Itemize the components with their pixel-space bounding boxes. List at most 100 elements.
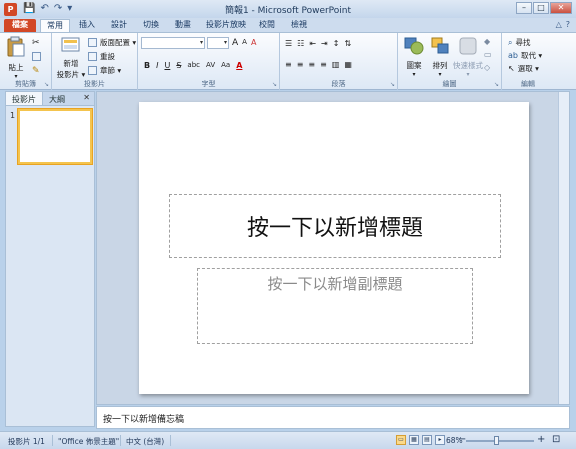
quick-styles-button[interactable]: 快速樣式 ▾: [452, 36, 484, 78]
redo-icon[interactable]: ↷: [54, 3, 62, 15]
font-name-dropdown-icon: ▾: [199, 39, 203, 46]
text-direction-icon[interactable]: ⇅: [344, 39, 351, 48]
find-label: 尋找: [515, 38, 531, 47]
ribbon-controls: △ ?: [556, 20, 570, 29]
new-slide-button[interactable]: 新增 投影片 ▾: [56, 36, 86, 80]
character-spacing-button[interactable]: AV: [206, 61, 215, 70]
notes-pane[interactable]: 按一下以新增備忘稿: [96, 406, 570, 429]
copy-button[interactable]: [32, 52, 41, 61]
powerpoint-app-icon[interactable]: P: [4, 2, 17, 16]
font-launcher-icon[interactable]: ↘: [272, 81, 277, 88]
slide-thumbnail[interactable]: [18, 109, 92, 164]
font-name-box[interactable]: ▾: [141, 37, 205, 49]
language-indicator[interactable]: 中文 (台灣): [126, 436, 164, 447]
bold-button[interactable]: B: [144, 61, 150, 70]
font-size-box[interactable]: ▾: [207, 37, 229, 49]
replace-icon: ab: [508, 51, 518, 60]
paste-button[interactable]: 貼上 ▾: [4, 36, 28, 80]
replace-button[interactable]: ab 取代 ▾: [508, 50, 542, 61]
shrink-font-icon[interactable]: A: [242, 38, 247, 48]
quick-styles-icon: [459, 37, 477, 55]
tab-file[interactable]: 檔案: [4, 19, 36, 32]
theme-name[interactable]: "Office 佈景主題": [58, 436, 119, 447]
change-case-button[interactable]: Aa: [221, 61, 230, 70]
minimize-button[interactable]: –: [516, 2, 532, 14]
find-button[interactable]: ⌕ 尋找: [508, 37, 530, 48]
clear-formatting-icon[interactable]: A: [251, 38, 256, 48]
align-left-icon[interactable]: ≡: [285, 60, 292, 69]
zoom-slider-thumb[interactable]: [494, 436, 499, 445]
section-icon: [88, 66, 97, 75]
grow-font-icon[interactable]: A: [232, 38, 238, 48]
select-button[interactable]: ↖ 選取 ▾: [508, 63, 539, 74]
tab-insert[interactable]: 插入: [74, 19, 100, 32]
tab-slideshow[interactable]: 投影片放映: [202, 19, 250, 32]
slide-sorter-view-icon[interactable]: ▦: [409, 435, 419, 445]
shapes-button[interactable]: 圖案 ▾: [401, 36, 427, 78]
quick-styles-label: 快速樣式: [453, 61, 483, 70]
tab-design[interactable]: 設計: [106, 19, 132, 32]
align-center-icon[interactable]: ≡: [297, 60, 304, 69]
fit-to-window-icon[interactable]: ⊡: [552, 434, 560, 445]
vertical-scrollbar[interactable]: [558, 92, 569, 404]
layout-button[interactable]: 版面配置 ▾: [88, 37, 136, 48]
reset-button[interactable]: 重設: [88, 51, 115, 62]
maximize-button[interactable]: □: [533, 2, 549, 14]
slideshow-view-icon[interactable]: ▸: [435, 435, 445, 445]
reset-label: 重設: [100, 52, 115, 61]
align-right-icon[interactable]: ≡: [308, 60, 315, 69]
font-color-icon[interactable]: A: [236, 61, 242, 70]
notes-placeholder: 按一下以新增備忘稿: [103, 415, 185, 425]
line-spacing-icon[interactable]: ↕: [333, 39, 340, 48]
shape-fill-icon[interactable]: ◆: [484, 37, 492, 46]
tab-review[interactable]: 校閱: [254, 19, 280, 32]
decrease-indent-icon[interactable]: ⇤: [309, 39, 316, 48]
reading-view-icon[interactable]: ▤: [422, 435, 432, 445]
title-placeholder[interactable]: 按一下以新增標題: [169, 194, 501, 258]
strikethrough-button[interactable]: S: [176, 61, 181, 70]
zoom-slider-track[interactable]: [466, 440, 534, 442]
cut-button[interactable]: ✂: [32, 38, 40, 48]
format-painter-button[interactable]: ✎: [32, 66, 40, 76]
help-icon[interactable]: ?: [566, 20, 570, 29]
scissors-icon: ✂: [32, 38, 40, 48]
close-pane-icon[interactable]: ✕: [79, 92, 94, 105]
arrange-button[interactable]: 排列 ▾: [428, 36, 452, 78]
slide[interactable]: 按一下以新增標題 按一下以新增副標題: [139, 102, 529, 394]
normal-view-icon[interactable]: ▭: [396, 435, 406, 445]
subtitle-placeholder[interactable]: 按一下以新增副標題: [197, 268, 473, 344]
underline-button[interactable]: U: [164, 61, 170, 70]
minimize-ribbon-icon[interactable]: △: [556, 20, 562, 29]
tab-home[interactable]: 常用: [40, 19, 70, 32]
clipboard-launcher-icon[interactable]: ↘: [44, 81, 49, 88]
section-button[interactable]: 章節 ▾: [88, 65, 121, 76]
shape-effects-icon[interactable]: ◇: [484, 63, 492, 72]
tab-slides-pane[interactable]: 投影片: [6, 92, 43, 105]
shape-outline-icon[interactable]: ▭: [484, 50, 492, 59]
undo-icon[interactable]: ↶: [40, 3, 48, 15]
smartart-icon[interactable]: ▦: [344, 60, 352, 69]
paste-label: 貼上: [8, 63, 24, 72]
justify-icon[interactable]: ≡: [320, 60, 327, 69]
increase-indent-icon[interactable]: ⇥: [321, 39, 328, 48]
select-label: 選取 ▾: [517, 64, 539, 73]
customize-qat-icon[interactable]: ▾: [67, 3, 72, 15]
quick-styles-dropdown-icon: ▾: [466, 71, 470, 78]
shapes-icon: [404, 37, 424, 55]
tab-outline-pane[interactable]: 大綱: [43, 92, 71, 105]
bullets-icon[interactable]: ☰: [285, 39, 292, 48]
numbering-icon[interactable]: ☷: [297, 39, 304, 48]
paragraph-launcher-icon[interactable]: ↘: [390, 81, 395, 88]
group-drawing: 圖案 ▾ 排列 ▾ 快速樣式 ▾ ◆ ▭ ◇ 繪圖 ↘: [398, 33, 502, 90]
save-icon[interactable]: 💾: [23, 3, 35, 15]
shadow-button[interactable]: abc: [187, 61, 200, 70]
close-button[interactable]: ✕: [550, 2, 572, 14]
tab-animations[interactable]: 動畫: [170, 19, 196, 32]
columns-icon[interactable]: ▥: [332, 60, 340, 69]
italic-button[interactable]: I: [156, 61, 158, 70]
drawing-launcher-icon[interactable]: ↘: [494, 81, 499, 88]
tab-view[interactable]: 檢視: [286, 19, 312, 32]
tab-transitions[interactable]: 切換: [138, 19, 164, 32]
zoom-in-icon[interactable]: +: [537, 434, 545, 445]
replace-label: 取代 ▾: [520, 51, 543, 60]
